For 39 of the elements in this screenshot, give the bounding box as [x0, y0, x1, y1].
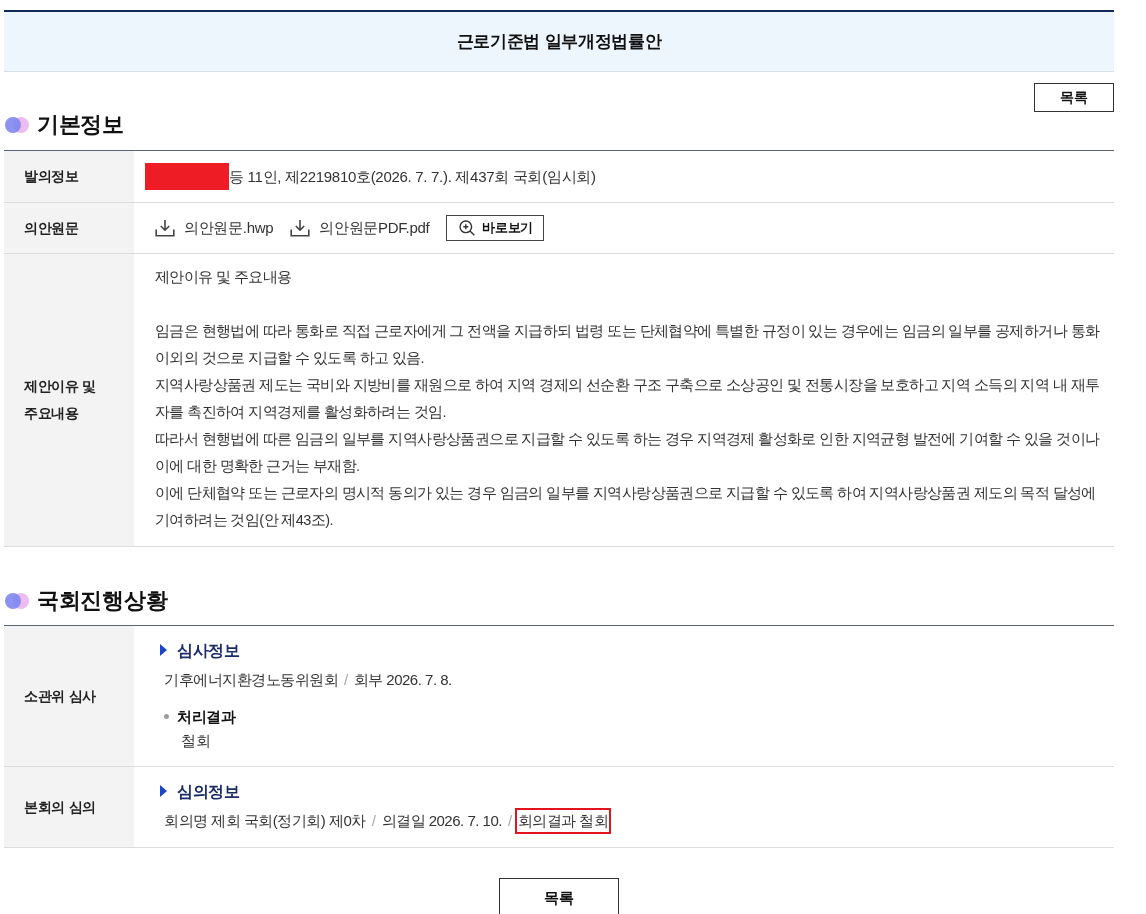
row-header-cell: 제안이유 및 주요내용	[4, 254, 134, 546]
separator-slash: /	[371, 811, 376, 831]
body-paragraph: 이에 단체협약 또는 근로자의 명시적 동의가 있는 경우 임금의 일부를 지역사랑상품권으로 지급할 수 있도록 하여 지역사랑상품권 제도의 목적 달성에 기여하려는 것임(안 제43조).	[155, 484, 1097, 530]
triangle-icon	[160, 785, 167, 797]
result-value: 철회	[181, 732, 211, 749]
page-title: 근로기준법 일부개정법률안	[456, 31, 662, 53]
body-paragraph: 따라서 현행법에 따른 임금의 일부를 지역사랑상품권으로 지급할 수 있도록 하는 경우 지역경제 활성화로 인한 지역균형 발전에 기여할 수 있을 것이나 이에 대한 명확한 근거는 부재함.	[155, 430, 1101, 476]
bullet-dot-icon	[164, 713, 169, 719]
circles-icon	[5, 593, 29, 609]
result-title: 처리결과	[177, 706, 236, 727]
section-heading: 기본정보	[37, 111, 124, 139]
row-header-cell: 소관위 심사	[4, 626, 134, 766]
detail-text: 회의명 제회 국회(정기회) 제0차	[163, 811, 367, 831]
triangle-icon	[160, 644, 167, 656]
list-button[interactable]: 목록	[499, 878, 619, 914]
row-header-cell: 의안원문	[4, 203, 134, 253]
file-download-link[interactable]: 의안원문PDF.pdf	[290, 215, 430, 241]
body-paragraph: 임금은 현행법에 따라 통화로 직접 근로자에게 그 전액을 지급하되 법령 또는 단체협약에 특별한 규정이 있는 경우에는 임금의 일부를 공제하거나 통화 이외의 것으로 지급할 수 있도록 하고 있음.	[155, 322, 1101, 368]
detail-text: 기후에너지환경노동위원회	[163, 670, 339, 690]
circles-icon	[5, 117, 29, 133]
section-heading: 국회진행상황	[37, 587, 168, 615]
download-icon	[155, 219, 175, 237]
detail-text: 회의결과 철회	[514, 808, 612, 834]
zoom-in-icon	[459, 220, 476, 236]
separator-slash: /	[344, 670, 348, 690]
subheading: 심의정보	[177, 781, 240, 802]
subheading: 심사정보	[177, 640, 240, 661]
list-button[interactable]: 목록	[1034, 83, 1114, 112]
body-heading: 제안이유 및 주요내용	[155, 268, 293, 287]
row-header-cell: 발의정보	[4, 151, 134, 202]
body-paragraph: 지역사랑상품권 제도는 국비와 지방비를 재원으로 하여 지역 경제의 선순환 구조 구축으로 소상공인 및 전통시장을 보호하고 지역 소득의 지역 내 재투자를 촉진하여 지역경제를 활성화하려는 것임.	[155, 376, 1101, 422]
separator-slash: /	[507, 811, 512, 831]
detail-text: 의결일 2026. 7. 10.	[380, 811, 503, 831]
download-icon	[290, 219, 311, 237]
file-download-link[interactable]: 의안원문.hwp	[155, 215, 274, 241]
view-button[interactable]: 바로보기	[446, 215, 545, 241]
detail-text: 회부 2026. 7. 8.	[352, 670, 453, 690]
row-header-cell: 본회의 심의	[4, 767, 134, 847]
proposer-text: 등 11인, 제2219810호(2026. 7. 7.). 제437회 국회(임시회)	[229, 167, 596, 187]
